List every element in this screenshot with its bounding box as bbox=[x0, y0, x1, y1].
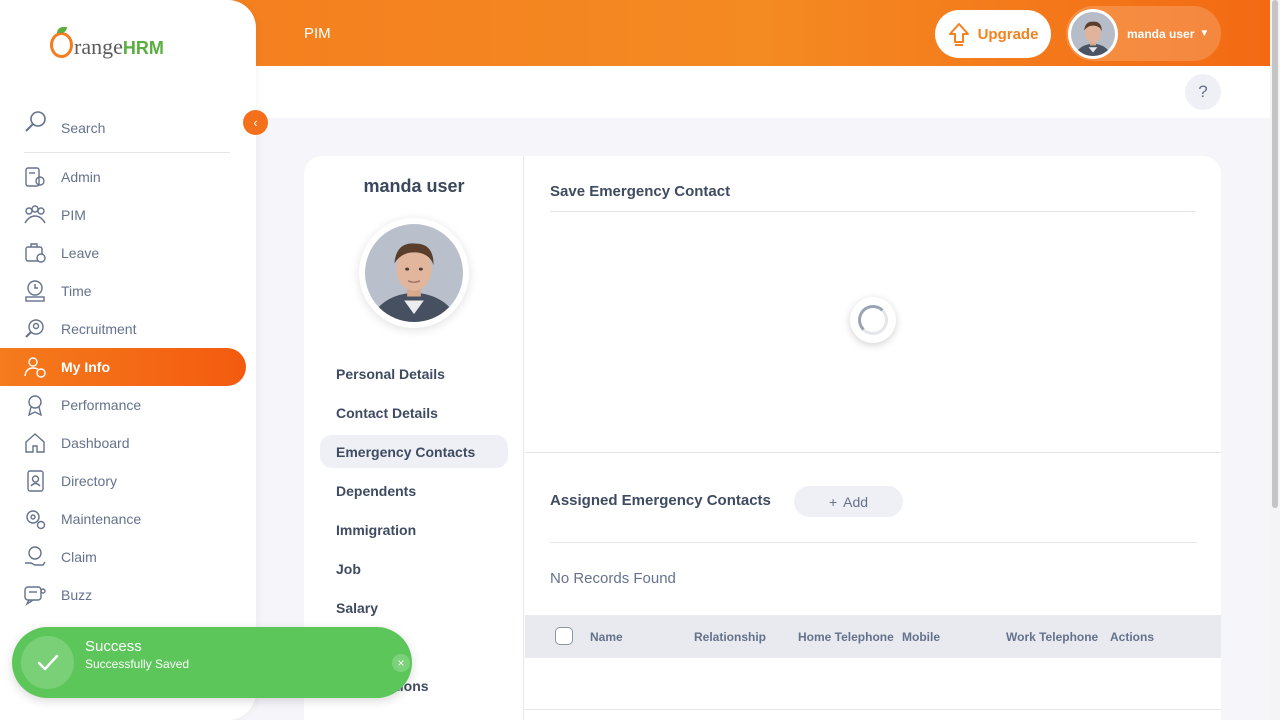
close-icon[interactable]: × bbox=[392, 654, 410, 672]
sidebar-item-recruitment[interactable]: Recruitment bbox=[0, 310, 256, 348]
search-icon bbox=[25, 111, 46, 132]
tab-salary[interactable]: Salary bbox=[320, 591, 508, 624]
tab-contact-details[interactable]: Contact Details bbox=[320, 396, 508, 429]
directory-icon bbox=[23, 469, 47, 493]
column-header-mobile[interactable]: Mobile bbox=[902, 630, 940, 644]
page-scrollbar-thumb[interactable] bbox=[1272, 0, 1278, 508]
divider bbox=[550, 211, 1196, 212]
sidebar-item-maintenance[interactable]: Maintenance bbox=[0, 500, 256, 538]
sidebar-item-label: Leave bbox=[61, 245, 100, 261]
sidebar: range HRM Search Admin PIM Leave Time Re… bbox=[0, 0, 256, 720]
plus-icon: + bbox=[828, 493, 838, 510]
tab-immigration[interactable]: Immigration bbox=[320, 513, 508, 546]
sidebar-menu: Admin PIM Leave Time Recruitment My Info… bbox=[0, 158, 256, 614]
upgrade-arrow-icon bbox=[948, 23, 969, 46]
sub-header-bar bbox=[256, 66, 1270, 118]
user-avatar bbox=[1068, 8, 1118, 59]
leave-icon bbox=[23, 241, 47, 265]
sidebar-item-leave[interactable]: Leave bbox=[0, 234, 256, 272]
caret-down-icon: ▼ bbox=[1199, 28, 1210, 39]
sidebar-item-label: Buzz bbox=[61, 587, 93, 603]
dashboard-icon bbox=[23, 431, 47, 455]
sidebar-item-label: Performance bbox=[61, 397, 142, 413]
toast-title: Success bbox=[85, 638, 142, 655]
column-header-home-telephone[interactable]: Home Telephone bbox=[798, 630, 894, 644]
sidebar-item-my-info[interactable]: My Info bbox=[0, 348, 246, 386]
add-button[interactable]: + Add bbox=[794, 486, 903, 517]
sidebar-item-claim[interactable]: Claim bbox=[0, 538, 256, 576]
pim-icon bbox=[23, 203, 47, 227]
sidebar-item-time[interactable]: Time bbox=[0, 272, 256, 310]
emergency-contacts-panel: Save Emergency Contact Assigned Emergenc… bbox=[525, 156, 1221, 720]
sidebar-item-performance[interactable]: Performance bbox=[0, 386, 256, 424]
save-section-title: Save Emergency Contact bbox=[550, 183, 731, 200]
sidebar-item-label: My Info bbox=[61, 359, 110, 375]
sidebar-item-label: Dashboard bbox=[61, 435, 130, 451]
no-records-text: No Records Found bbox=[550, 570, 676, 587]
orangehrm-logo[interactable]: range HRM bbox=[50, 27, 164, 59]
sidebar-item-pim[interactable]: PIM bbox=[0, 196, 256, 234]
assigned-section-title: Assigned Emergency Contacts bbox=[550, 492, 771, 509]
chevron-left-icon: ‹ bbox=[253, 115, 258, 130]
tab-memberships[interactable]: Memberships bbox=[320, 708, 508, 720]
recruitment-icon bbox=[23, 317, 47, 341]
orange-logo-mark bbox=[50, 27, 73, 58]
user-dropdown[interactable]: manda user ▼ bbox=[1066, 6, 1221, 61]
sidebar-item-admin[interactable]: Admin bbox=[0, 158, 256, 196]
tab-job[interactable]: Job bbox=[320, 552, 508, 585]
sidebar-item-dashboard[interactable]: Dashboard bbox=[0, 424, 256, 462]
search-label: Search bbox=[61, 120, 106, 136]
divider bbox=[525, 709, 1221, 710]
performance-icon bbox=[23, 393, 47, 417]
user-name: manda user bbox=[1127, 26, 1195, 41]
column-header-name[interactable]: Name bbox=[590, 630, 623, 644]
sidebar-item-buzz[interactable]: Buzz bbox=[0, 576, 256, 614]
tab-personal-details[interactable]: Personal Details bbox=[320, 357, 508, 390]
success-toast: Success Successfully Saved × bbox=[12, 627, 412, 698]
sidebar-item-label: Time bbox=[61, 283, 92, 299]
toast-message: Successfully Saved bbox=[85, 657, 190, 671]
sidebar-item-label: Claim bbox=[61, 549, 97, 565]
add-label: Add bbox=[843, 493, 869, 510]
employee-photo[interactable] bbox=[359, 218, 469, 328]
tab-emergency-contacts[interactable]: Emergency Contacts bbox=[320, 435, 508, 468]
my-info-icon bbox=[23, 355, 47, 379]
sidebar-item-label: Admin bbox=[61, 169, 101, 185]
tab-dependents[interactable]: Dependents bbox=[320, 474, 508, 507]
buzz-icon bbox=[23, 583, 47, 607]
table-header: Name Relationship Home Telephone Mobile … bbox=[525, 615, 1221, 658]
divider bbox=[525, 452, 1221, 453]
sidebar-item-label: Maintenance bbox=[61, 511, 142, 527]
sidebar-item-label: Directory bbox=[61, 473, 118, 489]
loading-spinner bbox=[850, 297, 896, 343]
logo-text-orange: range bbox=[74, 34, 123, 59]
upgrade-label: Upgrade bbox=[977, 25, 1039, 43]
claim-icon bbox=[23, 545, 47, 569]
select-all-checkbox[interactable] bbox=[555, 627, 573, 645]
sidebar-item-label: Recruitment bbox=[61, 321, 137, 337]
maintenance-icon bbox=[23, 507, 47, 531]
employee-name: manda user bbox=[363, 176, 465, 196]
sidebar-item-directory[interactable]: Directory bbox=[0, 462, 256, 500]
logo-text-hrm: HRM bbox=[122, 38, 164, 58]
sidebar-search[interactable]: Search bbox=[24, 110, 230, 153]
employee-card: manda user Personal Details Contact Deta… bbox=[304, 156, 1221, 720]
column-header-actions: Actions bbox=[1110, 630, 1155, 644]
check-icon bbox=[21, 636, 74, 689]
admin-icon bbox=[23, 165, 47, 189]
upgrade-button[interactable]: Upgrade bbox=[935, 10, 1051, 58]
help-button[interactable]: ? bbox=[1185, 74, 1221, 110]
column-header-relationship[interactable]: Relationship bbox=[694, 630, 766, 644]
sidebar-item-label: PIM bbox=[61, 207, 86, 223]
collapse-sidebar-button[interactable]: ‹ bbox=[243, 110, 268, 135]
time-icon bbox=[23, 279, 47, 303]
module-title: PIM bbox=[304, 25, 331, 42]
divider bbox=[550, 542, 1197, 543]
column-header-work-telephone[interactable]: Work Telephone bbox=[1006, 630, 1098, 644]
